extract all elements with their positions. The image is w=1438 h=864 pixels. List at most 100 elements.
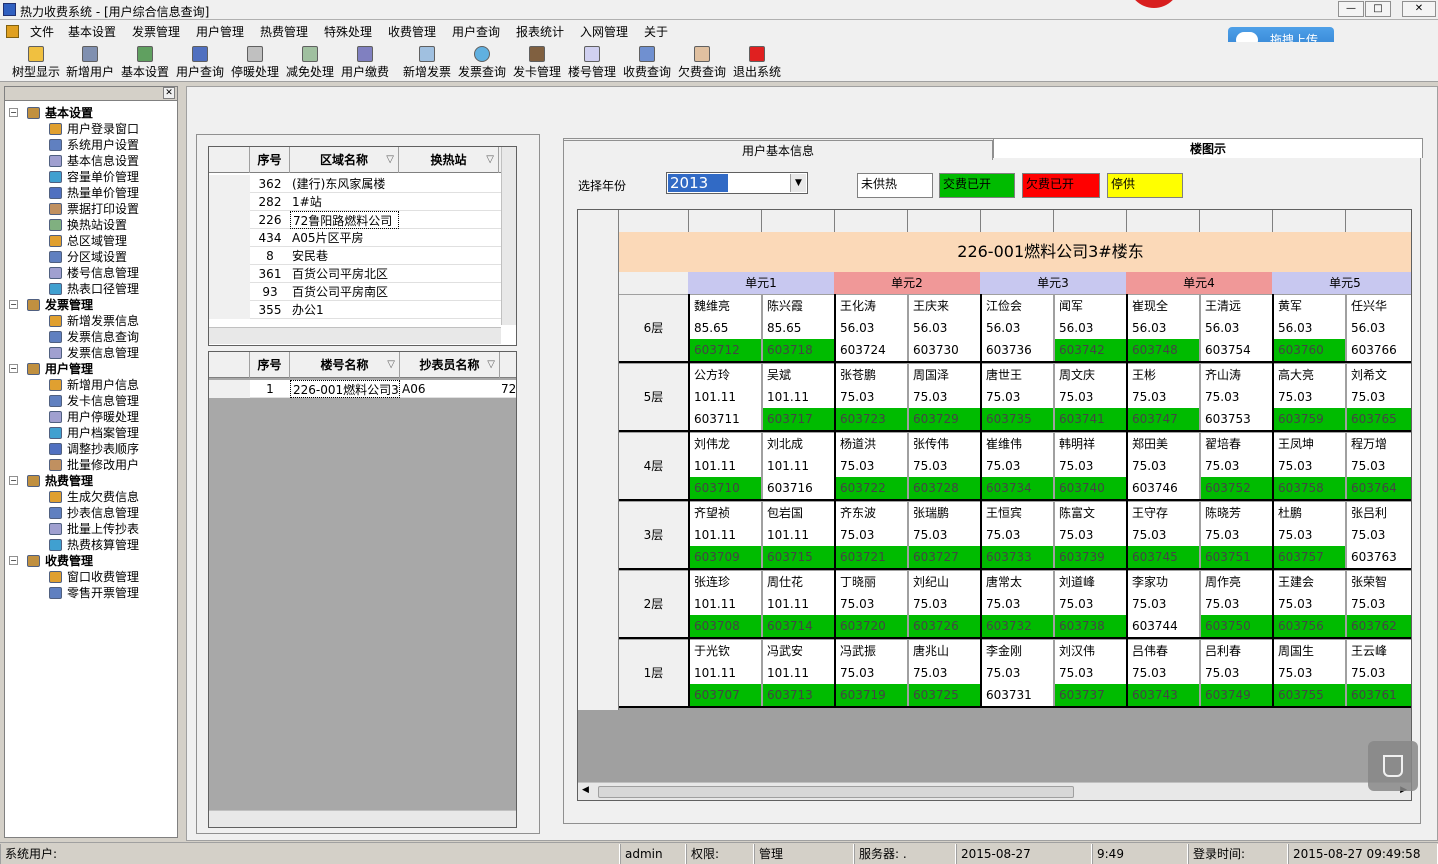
cell-user-id[interactable]: 603725	[909, 684, 980, 706]
scroll-left-icon[interactable]: ◀	[582, 785, 589, 795]
cell-user-id[interactable]: 603763	[1347, 546, 1411, 568]
cell-area[interactable]: 75.03	[1128, 455, 1199, 477]
cell-user-name[interactable]: 周国生	[1274, 640, 1345, 662]
close-button[interactable]: ✕	[1402, 1, 1436, 17]
cell-user-name[interactable]: 齐望祯	[690, 502, 761, 524]
user-query-button[interactable]: 用户查询	[174, 44, 226, 80]
cell-area[interactable]: 75.03	[1201, 593, 1272, 615]
cell-user-id[interactable]: 603744	[1128, 615, 1199, 637]
tree-item[interactable]: 楼号信息管理	[5, 265, 177, 281]
cell-user-name[interactable]: 公方玲	[690, 364, 761, 386]
maximize-button[interactable]: □	[1365, 1, 1391, 17]
building-col-reader[interactable]: 抄表员名称 ▽	[400, 352, 500, 378]
cell-user-id[interactable]: 603761	[1347, 684, 1411, 706]
cell-area[interactable]: 56.03	[1347, 317, 1411, 339]
menu-basic-settings[interactable]: 基本设置	[68, 23, 116, 40]
cell-area[interactable]: 75.03	[982, 593, 1053, 615]
cell-area[interactable]: 75.03	[1055, 662, 1126, 684]
cell-user-name[interactable]: 王恒宾	[982, 502, 1053, 524]
tree-item[interactable]: 调整抄表顺序	[5, 441, 177, 457]
cell-user-name[interactable]: 任兴华	[1347, 295, 1411, 317]
cell-area[interactable]: 56.03	[1128, 317, 1199, 339]
tree-group[interactable]: − 收费管理	[5, 553, 177, 569]
table-row[interactable]: 282 1#站	[209, 193, 501, 211]
tree-item[interactable]: 新增用户信息	[5, 377, 177, 393]
cell-user-name[interactable]: 郑田美	[1128, 433, 1199, 455]
chevron-down-icon[interactable]: ▼	[790, 174, 806, 192]
add-user-button[interactable]: 新增用户	[64, 44, 116, 80]
card-issue-button[interactable]: 发卡管理	[511, 44, 563, 80]
cell-user-id[interactable]: 603747	[1128, 408, 1199, 430]
cell-user-id[interactable]: 603743	[1128, 684, 1199, 706]
collapse-icon[interactable]: −	[9, 300, 18, 309]
cell-user-name[interactable]: 王云峰	[1347, 640, 1411, 662]
tree-group[interactable]: − 热费管理	[5, 473, 177, 489]
cell-user-id[interactable]: 603711	[690, 408, 761, 430]
cell-user-id[interactable]: 603714	[763, 615, 834, 637]
collapse-icon[interactable]: −	[9, 476, 18, 485]
area-col-station[interactable]: 换热站 ▽	[399, 147, 499, 173]
cell-user-id[interactable]: 603726	[909, 615, 980, 637]
cell-user-name[interactable]: 王化涛	[836, 295, 907, 317]
area-col-index[interactable]: 序号	[250, 147, 290, 173]
tree-item[interactable]: 用户登录窗口	[5, 121, 177, 137]
cell-user-name[interactable]: 张瑞鹏	[909, 502, 980, 524]
cell-user-name[interactable]: 冯武安	[763, 640, 834, 662]
cell-user-name[interactable]: 崔维伟	[982, 433, 1053, 455]
cell-user-id[interactable]: 603757	[1274, 546, 1345, 568]
cell-area[interactable]: 56.03	[1274, 317, 1345, 339]
cell-user-name[interactable]: 张苍鹏	[836, 364, 907, 386]
tree-item[interactable]: 新增发票信息	[5, 313, 177, 329]
cell-area[interactable]: 56.03	[909, 317, 980, 339]
cell-area[interactable]: 56.03	[1055, 317, 1126, 339]
tree-item[interactable]: 生成欠费信息	[5, 489, 177, 505]
cell-area[interactable]: 75.03	[1347, 524, 1411, 546]
cell-user-name[interactable]: 刘伟龙	[690, 433, 761, 455]
collapse-icon[interactable]: −	[9, 556, 18, 565]
cell-user-name[interactable]: 齐山涛	[1201, 364, 1272, 386]
cell-user-id[interactable]: 603717	[763, 408, 834, 430]
diagram-hscrollbar[interactable]: ◀ ▶	[578, 782, 1411, 800]
building-col-name[interactable]: 楼号名称 ▽	[290, 352, 400, 378]
cell-user-id[interactable]: 603737	[1055, 684, 1126, 706]
cell-user-name[interactable]: 刘希文	[1347, 364, 1411, 386]
cell-user-name[interactable]: 陈晓芳	[1201, 502, 1272, 524]
invoice-query-button[interactable]: 发票查询	[456, 44, 508, 80]
cell-user-id[interactable]: 603716	[763, 477, 834, 499]
cell-user-id[interactable]: 603724	[836, 339, 907, 361]
cell-user-id[interactable]: 603713	[763, 684, 834, 706]
cell-user-name[interactable]: 闻军	[1055, 295, 1126, 317]
cell-area[interactable]: 75.03	[1201, 386, 1272, 408]
cell-area[interactable]: 75.03	[982, 386, 1053, 408]
tree-close-button[interactable]: ✕	[163, 87, 175, 99]
cell-user-id[interactable]: 603754	[1201, 339, 1272, 361]
cell-user-name[interactable]: 唐世王	[982, 364, 1053, 386]
cell-user-name[interactable]: 翟培春	[1201, 433, 1272, 455]
cell-user-id[interactable]: 603760	[1274, 339, 1345, 361]
cell-area[interactable]: 75.03	[1128, 593, 1199, 615]
cell-user-name[interactable]: 杨道洪	[836, 433, 907, 455]
cell-user-id[interactable]: 603718	[763, 339, 834, 361]
cell-user-name[interactable]: 王守存	[1128, 502, 1199, 524]
exit-button[interactable]: 退出系统	[731, 44, 783, 80]
cell-user-id[interactable]: 603733	[982, 546, 1053, 568]
tree-item[interactable]: 系统用户设置	[5, 137, 177, 153]
cell-area[interactable]: 75.03	[836, 593, 907, 615]
cell-area[interactable]: 75.03	[836, 524, 907, 546]
tree-item[interactable]: 发票信息查询	[5, 329, 177, 345]
reduction-button[interactable]: 减免处理	[284, 44, 336, 80]
cell-user-name[interactable]: 王建会	[1274, 571, 1345, 593]
menu-reports[interactable]: 报表统计	[516, 23, 564, 40]
year-select[interactable]: 2013 ▼	[666, 172, 808, 194]
table-row[interactable]: 8 安民巷	[209, 247, 501, 265]
cell-user-name[interactable]: 王凤坤	[1274, 433, 1345, 455]
cell-area[interactable]: 101.11	[690, 593, 761, 615]
table-row[interactable]: 93 百货公司平房南区	[209, 283, 501, 301]
menu-user-query[interactable]: 用户查询	[452, 23, 500, 40]
tree-item[interactable]: 发卡信息管理	[5, 393, 177, 409]
cell-user-name[interactable]: 李家功	[1128, 571, 1199, 593]
cell-user-id[interactable]: 603762	[1347, 615, 1411, 637]
cell-user-id[interactable]: 603755	[1274, 684, 1345, 706]
cell-area[interactable]: 75.03	[1128, 386, 1199, 408]
area-grid-hscrollbar[interactable]	[209, 327, 501, 344]
